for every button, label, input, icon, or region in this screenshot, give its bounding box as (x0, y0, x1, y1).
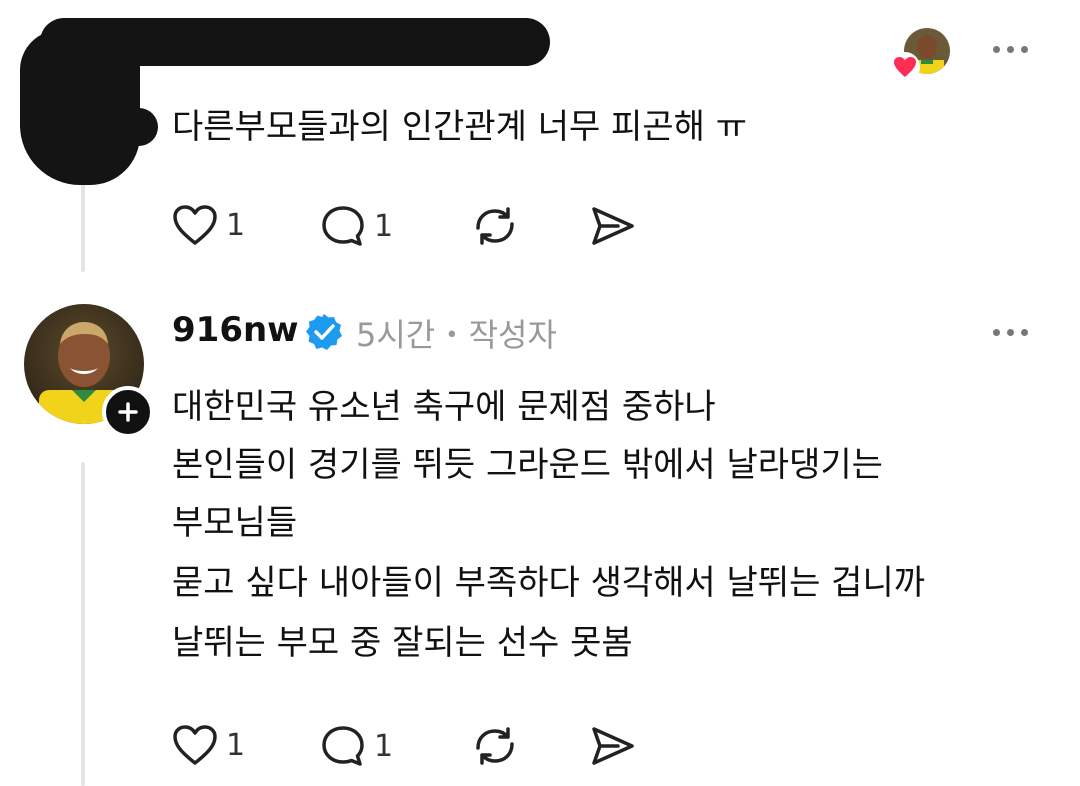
dot-icon (1021, 46, 1028, 53)
meta-separator: • (445, 323, 459, 348)
plus-icon (118, 402, 138, 422)
repost-icon (476, 207, 514, 245)
username[interactable]: 916nw (172, 310, 299, 350)
send-icon (592, 207, 634, 245)
post-line: 묻고 싶다 내아들이 부족하다 생각해서 날뛰는 겁니까 (172, 563, 926, 603)
dot-icon (1007, 46, 1014, 53)
dot-icon (993, 46, 1000, 53)
comment-icon (322, 726, 364, 766)
post-line: 본인들이 경기를 뛰듯 그라운드 밖에서 날라댕기는 (172, 445, 883, 485)
like-count: 1 (226, 727, 246, 763)
like-count: 1 (226, 207, 246, 243)
reply-count: 1 (374, 208, 394, 244)
share-button[interactable] (588, 204, 636, 248)
reply-count: 1 (374, 728, 394, 764)
redaction-mark-left (20, 30, 140, 185)
post-time: 5시간 (356, 316, 436, 354)
reply-button[interactable]: 1 (320, 204, 393, 248)
post-line: 날뛰는 부모 중 잘되는 선수 못봄 (172, 623, 633, 663)
repost-button[interactable] (470, 724, 520, 768)
repost-icon (476, 727, 514, 765)
reply-button[interactable]: 1 (320, 724, 393, 768)
redaction-mark-dot (120, 108, 158, 146)
dot-icon (993, 329, 1000, 336)
like-button[interactable]: 1 (172, 724, 245, 766)
heart-icon (173, 725, 217, 765)
like-button[interactable]: 1 (172, 204, 245, 246)
verified-badge-icon (304, 312, 344, 352)
share-button[interactable] (588, 724, 636, 768)
post-line: 부모님들 (172, 503, 298, 543)
dot-icon (1007, 329, 1014, 336)
repost-button[interactable] (470, 204, 520, 248)
send-icon (592, 727, 634, 765)
follow-button[interactable] (102, 386, 154, 438)
heart-badge-icon (890, 52, 920, 82)
heart-icon (173, 205, 217, 245)
dot-icon (1021, 329, 1028, 336)
post-text: 다른부모들과의 인간관계 너무 피곤해 ㅠ (172, 107, 747, 147)
more-options-button[interactable] (993, 329, 1028, 336)
post-line: 대한민국 유소년 축구에 문제점 중하나 (172, 387, 716, 427)
comment-icon (322, 206, 364, 246)
more-options-button[interactable] (993, 46, 1028, 53)
post-meta: 5시간 • 작성자 (356, 310, 557, 356)
thread-line-bottom (81, 462, 85, 786)
author-label: 작성자 (468, 316, 557, 354)
